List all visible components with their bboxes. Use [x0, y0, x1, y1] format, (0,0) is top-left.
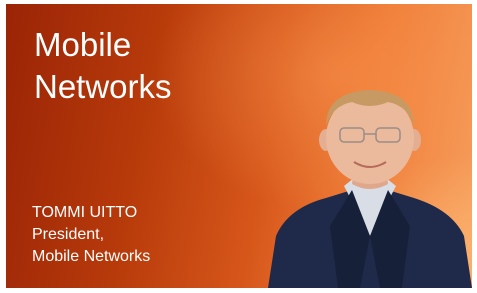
card-title: Mobile Networks: [34, 24, 172, 108]
person-role-line-2: Mobile Networks: [32, 248, 151, 265]
title-line-1: Mobile: [34, 26, 132, 63]
person-caption: TOMMI UITTO President, Mobile Networks: [32, 202, 150, 268]
title-line-2: Networks: [34, 68, 172, 105]
person-name: TOMMI UITTO: [32, 204, 138, 221]
person-photo: [268, 90, 472, 288]
executive-card: Mobile Networks TOMMI UITTO President, M…: [6, 4, 472, 288]
person-role-line-1: President,: [32, 226, 105, 243]
